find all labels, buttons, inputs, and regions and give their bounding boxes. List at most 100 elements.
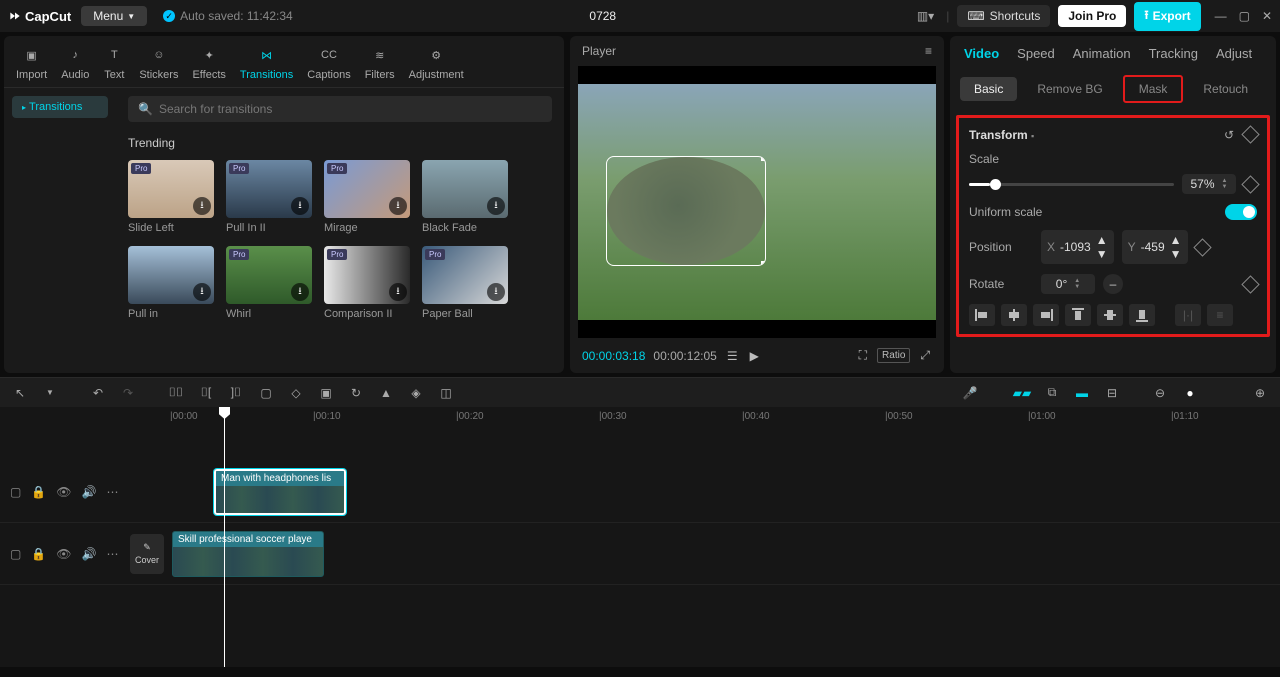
media-tab-captions[interactable]: CCCaptions [307, 44, 350, 81]
timeline-clip[interactable]: Skill professional soccer playe [172, 531, 324, 577]
rotate-tool-icon[interactable]: ◈ [406, 386, 426, 400]
undo-icon[interactable]: ↶ [88, 386, 108, 400]
properties-tab-tracking[interactable]: Tracking [1149, 46, 1198, 61]
properties-tab-video[interactable]: Video [964, 46, 999, 61]
media-tab-stickers[interactable]: ☺Stickers [139, 44, 178, 81]
layout-icon[interactable]: ▥▾ [913, 5, 938, 27]
media-tab-import[interactable]: ▣Import [16, 44, 47, 81]
download-icon[interactable]: ⭳ [291, 197, 309, 215]
track-visibility-icon[interactable]: 👁 [56, 485, 71, 499]
overlay-selection[interactable] [606, 156, 766, 266]
subtab-basic[interactable]: Basic [960, 77, 1017, 101]
keyframe-icon[interactable] [1241, 275, 1259, 293]
keyframe-icon[interactable] [1193, 238, 1211, 256]
subtab-retouch[interactable]: Retouch [1189, 77, 1262, 101]
crop-icon[interactable]: ⛶ [857, 346, 869, 365]
mic-icon[interactable]: 🎤 [960, 386, 980, 400]
download-icon[interactable]: ⭳ [291, 283, 309, 301]
project-title[interactable]: 0728 [303, 9, 903, 23]
mirror-icon[interactable]: ▲ [376, 386, 396, 400]
fullscreen-icon[interactable]: ⤢ [918, 346, 932, 365]
search-input[interactable]: 🔍 Search for transitions [128, 96, 552, 122]
join-pro-button[interactable]: Join Pro [1058, 5, 1126, 27]
snap-icon[interactable]: ▬ [1072, 386, 1092, 400]
download-icon[interactable]: ⭳ [389, 283, 407, 301]
transition-thumb[interactable]: Pro⭳Pull In II [226, 160, 312, 234]
properties-tab-adjust[interactable]: Adjust [1216, 46, 1252, 61]
download-icon[interactable]: ⭳ [389, 197, 407, 215]
download-icon[interactable]: ⭳ [487, 283, 505, 301]
track-mute-icon[interactable]: 🔊 [82, 485, 97, 499]
transition-thumb[interactable]: ⭳Black Fade [422, 160, 508, 234]
timeline-clip[interactable]: Man with headphones lis [214, 469, 346, 515]
reverse-icon[interactable]: ↻ [346, 386, 366, 400]
split-icon[interactable]: ⌷⌷ [166, 385, 186, 400]
track-more-icon[interactable]: ⋯ [106, 485, 118, 499]
sidebar-category-transitions[interactable]: ▸Transitions [12, 96, 108, 118]
scale-value[interactable]: 57%▲▼ [1182, 174, 1236, 194]
minimize-icon[interactable]: — [1215, 9, 1227, 23]
download-icon[interactable]: ⭳ [193, 197, 211, 215]
crop-tool-icon[interactable]: ▢ [256, 386, 276, 400]
align-center-h-icon[interactable] [1001, 304, 1027, 326]
player-viewport[interactable] [578, 66, 936, 338]
link-icon[interactable]: ⧉ [1042, 385, 1062, 400]
timeline-ruler[interactable]: |00:00|00:10|00:20|00:30|00:40|00:50|01:… [130, 407, 1280, 431]
download-icon[interactable]: ⭳ [193, 283, 211, 301]
transition-thumb[interactable]: ⭳Pull in [128, 246, 214, 320]
copy-icon[interactable]: ▣ [316, 386, 336, 400]
properties-tab-animation[interactable]: Animation [1073, 46, 1131, 61]
maximize-icon[interactable]: ▢ [1239, 9, 1250, 23]
list-icon[interactable]: ☰ [725, 347, 740, 365]
play-icon[interactable]: ▶ [748, 347, 761, 365]
ratio-button[interactable]: Ratio [877, 348, 910, 363]
distribute-h-icon[interactable]: |·| [1175, 304, 1201, 326]
redo-icon[interactable]: ↷ [118, 386, 138, 400]
tool-dropdown-icon[interactable]: ▼ [40, 388, 60, 397]
preview-icon[interactable]: ⊟ [1102, 386, 1122, 400]
media-tab-effects[interactable]: ✦Effects [192, 44, 225, 81]
marker-icon[interactable]: ◇ [286, 386, 306, 400]
magnet-icon[interactable]: ▰▰ [1012, 386, 1032, 400]
transition-thumb[interactable]: Pro⭳Paper Ball [422, 246, 508, 320]
reset-icon[interactable]: ↺ [1224, 128, 1234, 142]
track-lock-icon[interactable]: 🔒 [31, 485, 46, 499]
select-tool-icon[interactable]: ↖ [10, 386, 30, 400]
download-icon[interactable]: ⭳ [487, 197, 505, 215]
media-tab-transitions[interactable]: ⋈Transitions [240, 44, 293, 81]
transition-thumb[interactable]: Pro⭳Slide Left [128, 160, 214, 234]
zoom-in-icon[interactable]: ⊕ [1250, 386, 1270, 400]
track-visibility-icon[interactable]: 👁 [56, 547, 71, 561]
cover-button[interactable]: ✎ Cover [130, 534, 164, 574]
subtab-remove-bg[interactable]: Remove BG [1023, 77, 1116, 101]
media-tab-text[interactable]: TText [103, 44, 125, 81]
scale-slider[interactable] [969, 183, 1174, 186]
trim-left-icon[interactable]: ⌷[ [196, 385, 216, 400]
properties-tab-speed[interactable]: Speed [1017, 46, 1055, 61]
keyframe-icon[interactable] [1241, 125, 1259, 143]
align-bottom-icon[interactable] [1129, 304, 1155, 326]
zoom-slider-icon[interactable]: ● [1180, 386, 1200, 400]
menu-button[interactable]: Menu▼ [81, 6, 147, 26]
subtab-mask[interactable]: Mask [1123, 75, 1184, 103]
freeze-icon[interactable]: ◫ [436, 386, 456, 400]
rotate-value[interactable]: 0°▲▼ [1041, 274, 1095, 294]
align-top-icon[interactable] [1065, 304, 1091, 326]
distribute-v-icon[interactable]: ≡ [1207, 304, 1233, 326]
zoom-out-icon[interactable]: ⊖ [1150, 386, 1170, 400]
align-right-icon[interactable] [1033, 304, 1059, 326]
media-tab-filters[interactable]: ≋Filters [365, 44, 395, 81]
transition-thumb[interactable]: Pro⭳Mirage [324, 160, 410, 234]
track-collapse-icon[interactable]: ▢ [10, 547, 21, 561]
position-x-input[interactable]: X-1093▲▼ [1041, 230, 1114, 264]
shortcuts-button[interactable]: ⌨Shortcuts [957, 5, 1050, 27]
trim-right-icon[interactable]: ]⌷ [226, 385, 246, 400]
keyframe-icon[interactable] [1241, 175, 1259, 193]
track-collapse-icon[interactable]: ▢ [10, 485, 21, 499]
track-lock-icon[interactable]: 🔒 [31, 547, 46, 561]
media-tab-audio[interactable]: ♪Audio [61, 44, 89, 81]
align-center-v-icon[interactable] [1097, 304, 1123, 326]
transition-thumb[interactable]: Pro⭳Comparison II [324, 246, 410, 320]
track-more-icon[interactable]: ⋯ [106, 547, 118, 561]
export-button[interactable]: ⭱Export [1134, 2, 1200, 31]
